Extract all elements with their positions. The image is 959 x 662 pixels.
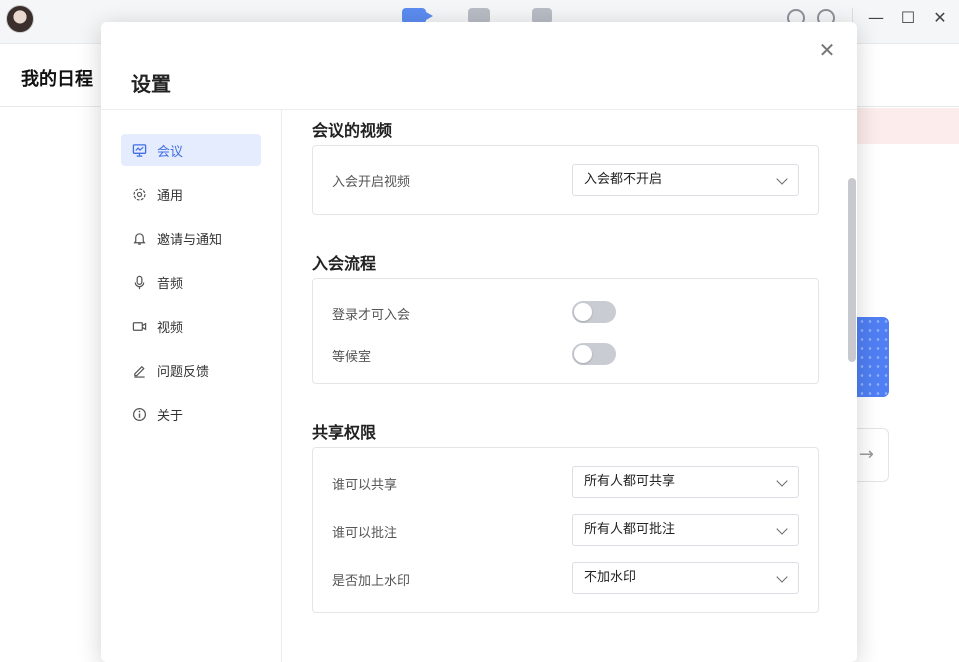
arrow-right-icon: →	[858, 444, 874, 465]
panel-video: 入会开启视频 入会都不开启	[312, 145, 819, 215]
select-value: 所有人都可共享	[584, 474, 676, 489]
settings-content: 会议的视频 入会开启视频 入会都不开启 入会流程 登录才可入会 等候室 共享权限…	[283, 110, 843, 662]
nav-item-about[interactable]: 关于	[121, 398, 261, 430]
maximize-button[interactable]: ☐	[898, 8, 918, 28]
nav-item-label: 问题反馈	[157, 364, 210, 380]
select-value: 入会都不开启	[584, 172, 663, 187]
nav-item-label: 会议	[157, 144, 184, 160]
scrollbar-thumb[interactable]	[848, 178, 856, 362]
nav-item-label: 邀请与通知	[157, 232, 223, 248]
setting-label: 是否加上水印	[332, 574, 411, 589]
chevron-down-icon	[776, 475, 788, 487]
watermark-select[interactable]: 不加水印	[572, 562, 799, 594]
nav-item-label: 音频	[157, 276, 184, 292]
setting-label: 登录才可入会	[332, 308, 411, 323]
info-icon	[131, 406, 147, 422]
page-title: 我的日程	[21, 69, 93, 90]
dialog-title: 设置	[131, 72, 171, 96]
video-camera-icon	[131, 318, 147, 334]
chevron-down-icon	[776, 523, 788, 535]
select-value: 不加水印	[584, 570, 637, 585]
close-dialog-button[interactable]: ✕	[817, 40, 837, 60]
select-value: 所有人都可批注	[584, 522, 676, 537]
setting-label: 谁可以共享	[332, 478, 398, 493]
settings-dialog: 设置 ✕ 会议 通用 邀请与通知 音频 视频 问题反馈 关于 会议的视频 入会开…	[101, 22, 857, 662]
nav-item-label: 视频	[157, 320, 184, 336]
section-title-video: 会议的视频	[312, 121, 393, 140]
presentation-icon	[131, 142, 147, 158]
nav-item-label: 关于	[157, 408, 184, 424]
content-scrollbar[interactable]	[847, 110, 857, 662]
section-title-share: 共享权限	[312, 423, 377, 442]
nav-item-audio[interactable]: 音频	[121, 266, 261, 298]
toggle-knob	[574, 303, 592, 321]
waiting-room-toggle[interactable]	[572, 343, 616, 365]
panel-share: 谁可以共享 所有人都可共享 谁可以批注 所有人都可批注 是否加上水印 不加水印	[312, 447, 819, 613]
minimize-button[interactable]: —	[866, 8, 886, 28]
nav-item-meeting[interactable]: 会议	[121, 134, 261, 166]
nav-item-invite-notify[interactable]: 邀请与通知	[121, 222, 261, 254]
setting-label: 入会开启视频	[332, 175, 411, 190]
panel-join-flow: 登录才可入会 等候室	[312, 278, 819, 384]
who-can-share-select[interactable]: 所有人都可共享	[572, 466, 799, 498]
setting-label: 谁可以批注	[332, 526, 398, 541]
setting-label: 等候室	[332, 350, 372, 365]
user-avatar[interactable]	[6, 5, 34, 33]
login-required-toggle[interactable]	[572, 301, 616, 323]
nav-item-feedback[interactable]: 问题反馈	[121, 354, 261, 386]
pencil-icon	[131, 362, 147, 378]
who-can-annotate-select[interactable]: 所有人都可批注	[572, 514, 799, 546]
nav-item-video[interactable]: 视频	[121, 310, 261, 342]
toggle-knob	[574, 345, 592, 363]
microphone-icon	[131, 274, 147, 290]
join-video-select[interactable]: 入会都不开启	[572, 164, 799, 196]
gear-icon	[131, 186, 147, 202]
alert-banner	[856, 108, 959, 144]
section-title-join-flow: 入会流程	[312, 254, 377, 273]
chevron-down-icon	[776, 571, 788, 583]
chevron-down-icon	[776, 173, 788, 185]
close-window-button[interactable]: ✕	[930, 8, 950, 28]
settings-nav: 会议 通用 邀请与通知 音频 视频 问题反馈 关于	[101, 110, 282, 662]
nav-item-general[interactable]: 通用	[121, 178, 261, 210]
bell-icon	[131, 230, 147, 246]
nav-item-label: 通用	[157, 188, 184, 204]
